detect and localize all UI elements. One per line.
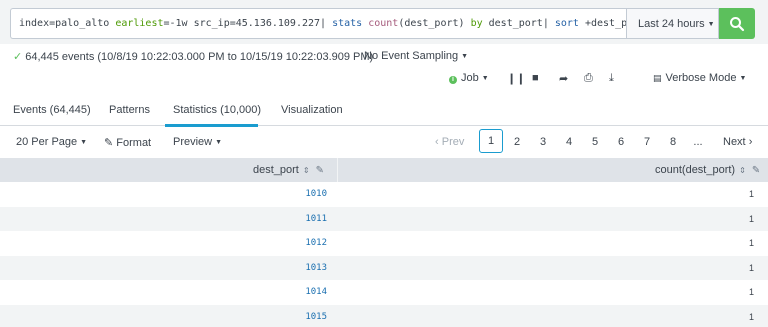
- search-query-input[interactable]: index=palo_alto earliest=-1w src_ip=45.1…: [10, 8, 626, 39]
- pencil-icon: ✎: [104, 137, 114, 149]
- pager-ellipsis: ...: [693, 136, 703, 148]
- column-header-label: count(dest_port): [655, 164, 736, 176]
- job-menu[interactable]: i Job ▼: [449, 72, 489, 84]
- pager-next-button[interactable]: Next ›: [723, 136, 752, 148]
- share-icon[interactable]: ➦: [559, 72, 568, 85]
- query-token: dest_port|: [482, 18, 555, 29]
- chevron-down-icon: ▼: [461, 53, 469, 60]
- format-button[interactable]: ✎ Format: [104, 136, 151, 149]
- dest-port-cell[interactable]: 1011: [250, 207, 327, 231]
- dest-port-cell[interactable]: 1012: [250, 231, 327, 255]
- dest-port-cell[interactable]: 1013: [250, 256, 327, 280]
- query-token: earliest: [115, 18, 164, 29]
- chevron-right-icon: ›: [748, 136, 753, 148]
- query-token: (dest_port): [398, 18, 471, 29]
- pencil-icon[interactable]: ✎: [752, 165, 760, 176]
- chevron-down-icon: ▼: [481, 75, 489, 82]
- column-header-label: dest_port: [253, 164, 299, 176]
- column-header-count[interactable]: count(dest_port) ⇕ ✎: [655, 158, 760, 182]
- stop-icon[interactable]: ■: [532, 72, 539, 84]
- count-cell[interactable]: 1: [749, 256, 754, 280]
- count-cell[interactable]: 1: [749, 280, 754, 304]
- search-button[interactable]: [719, 8, 755, 39]
- pager-page-5[interactable]: 5: [583, 136, 607, 148]
- time-range-picker[interactable]: Last 24 hours ▼: [626, 8, 719, 39]
- dest-port-cell[interactable]: 1010: [250, 182, 327, 206]
- per-page-label: 20 Per Page: [16, 136, 78, 148]
- info-icon: i: [449, 76, 457, 84]
- pager-page-6[interactable]: 6: [609, 136, 633, 148]
- pager-prev-label: Prev: [441, 136, 465, 148]
- dest-port-cell[interactable]: 1014: [250, 280, 327, 304]
- pager-page-3[interactable]: 3: [531, 136, 555, 148]
- table-row: 1015 1: [0, 304, 768, 327]
- pager-page-4[interactable]: 4: [557, 136, 581, 148]
- format-label: Format: [116, 137, 152, 149]
- per-page-dropdown[interactable]: 20 Per Page ▼: [16, 136, 87, 148]
- mode-icon: ▤: [653, 73, 662, 83]
- sort-icon[interactable]: ⇕: [739, 166, 746, 175]
- pause-icon[interactable]: ❙❙: [507, 72, 525, 85]
- column-divider: [337, 158, 338, 182]
- table-row: 1013 1: [0, 255, 768, 281]
- event-count-status: ✓ 64,445 events (10/8/19 10:22:03.000 PM …: [13, 50, 373, 63]
- query-token: +dest_port: [584, 18, 626, 29]
- chevron-down-icon: ▼: [739, 75, 747, 82]
- pager-prev-button[interactable]: ‹ Prev: [435, 136, 464, 148]
- tab-visualization[interactable]: Visualization: [281, 104, 343, 116]
- count-cell[interactable]: 1: [749, 305, 754, 327]
- query-token: count: [368, 18, 399, 29]
- job-toolbar: i Job ▼ ❙❙ ■ ➦ ⎙ ⤓ ▤ Verbose Mode ▼: [0, 72, 768, 88]
- export-icon[interactable]: ⤓: [609, 72, 614, 85]
- count-cell[interactable]: 1: [749, 207, 754, 231]
- table-row: 1011 1: [0, 206, 768, 232]
- chevron-down-icon: ▼: [80, 139, 88, 146]
- table-row: 1010 1: [0, 182, 768, 207]
- pager-page-1[interactable]: 1: [479, 129, 503, 153]
- dest-port-cell[interactable]: 1015: [250, 305, 327, 327]
- count-cell[interactable]: 1: [749, 231, 754, 255]
- checkmark-icon: ✓: [13, 51, 23, 63]
- results-controls: 20 Per Page ▼ ✎ Format Preview ▼ ‹ Prev 2 …: [0, 127, 768, 157]
- query-token: by: [470, 18, 483, 29]
- query-token: index=palo_alto: [19, 18, 116, 29]
- search-bar-area: index=palo_alto earliest=-1w src_ip=45.1…: [0, 0, 768, 44]
- count-cell[interactable]: 1: [749, 182, 754, 206]
- pager-next-label: Next: [723, 136, 746, 148]
- sort-icon[interactable]: ⇕: [303, 166, 310, 175]
- chevron-left-icon: ‹: [435, 136, 439, 148]
- pager-page-8[interactable]: 8: [661, 136, 685, 148]
- event-count-text: 64,445 events (10/8/19 10:22:03.000 PM t…: [25, 51, 374, 63]
- pencil-icon[interactable]: ✎: [316, 165, 324, 176]
- query-token: =-1w src_ip=45.136.109.227|: [163, 18, 333, 29]
- pager-page-7[interactable]: 7: [635, 136, 659, 148]
- column-header-dest-port[interactable]: dest_port ⇕ ✎: [253, 158, 324, 182]
- results-tabs: Events (64,445) Patterns Statistics (10,…: [0, 96, 768, 126]
- table-body: 1010 1 1011 1 1012 1 1013 1 1014 1 1015 1: [0, 182, 768, 327]
- tab-statistics[interactable]: Statistics (10,000): [173, 104, 261, 116]
- table-row: 1012 1: [0, 231, 768, 256]
- statistics-table: dest_port ⇕ ✎ count(dest_port) ⇕ ✎ 1010 1 1011…: [0, 158, 768, 327]
- query-token: sort: [554, 18, 579, 29]
- time-range-label: Last 24 hours: [638, 18, 705, 30]
- event-sampling-dropdown[interactable]: No Event Sampling ▼: [364, 50, 468, 62]
- job-label: Job: [461, 72, 479, 84]
- table-row: 1014 1: [0, 280, 768, 305]
- preview-label: Preview: [173, 136, 213, 148]
- chevron-down-icon: ▼: [707, 21, 715, 28]
- table-header: dest_port ⇕ ✎ count(dest_port) ⇕ ✎: [0, 158, 768, 182]
- query-token: stats: [332, 18, 369, 29]
- search-icon: [730, 17, 745, 32]
- search-mode-menu[interactable]: ▤ Verbose Mode ▼: [653, 72, 746, 84]
- preview-dropdown[interactable]: Preview ▼: [173, 136, 222, 148]
- verbose-mode-label: Verbose Mode: [665, 72, 737, 84]
- event-sampling-label: No Event Sampling: [364, 50, 459, 62]
- print-icon[interactable]: ⎙: [584, 72, 593, 85]
- tab-patterns[interactable]: Patterns: [109, 104, 150, 116]
- tab-events[interactable]: Events (64,445): [13, 104, 91, 116]
- pager-page-2[interactable]: 2: [505, 136, 529, 148]
- chevron-down-icon: ▼: [215, 139, 223, 146]
